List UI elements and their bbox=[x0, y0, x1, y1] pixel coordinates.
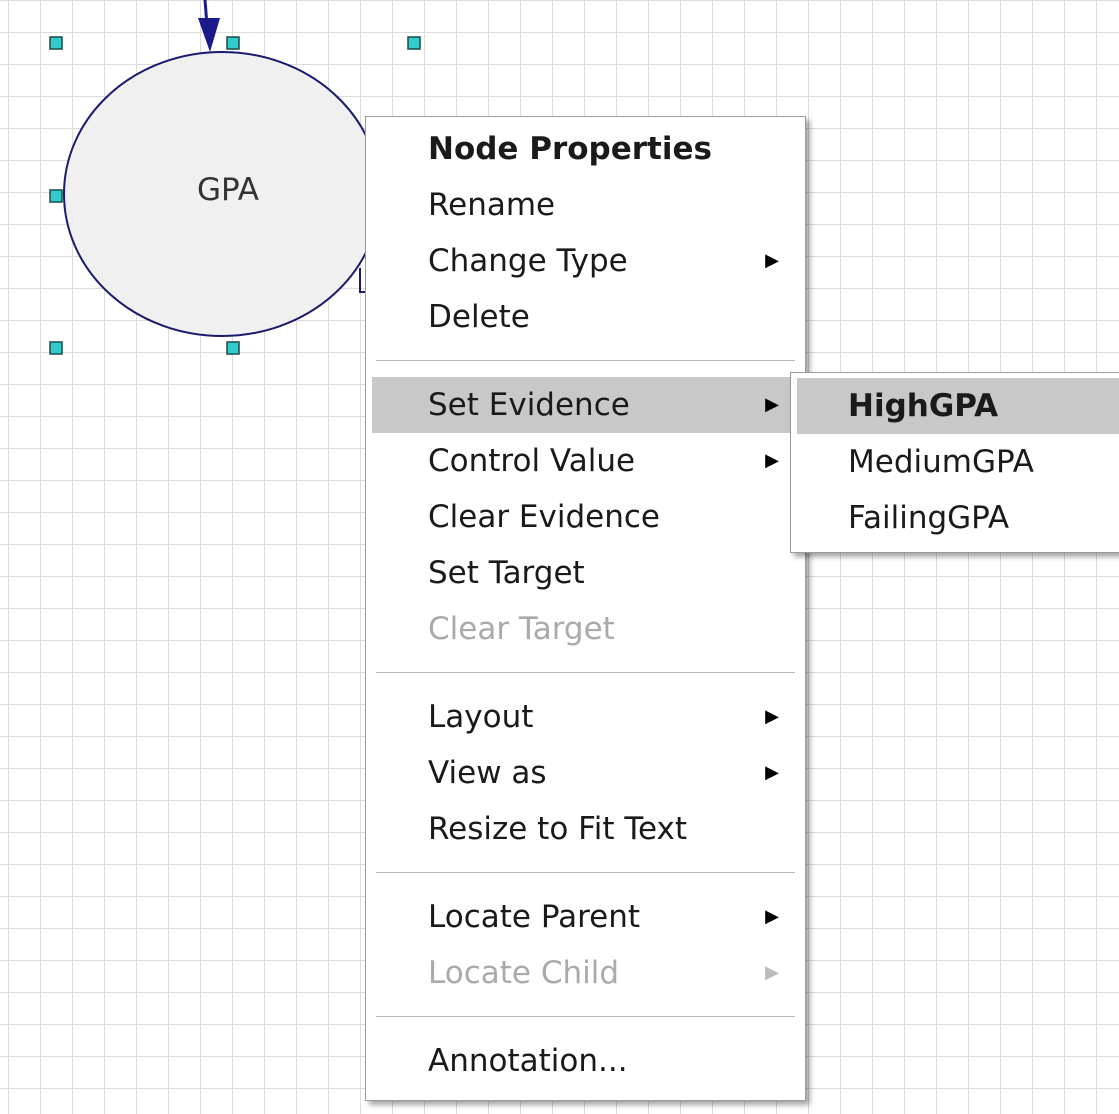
submenu-arrow-icon: ▶ bbox=[765, 762, 779, 783]
menu-item-clear-evidence[interactable]: Clear Evidence bbox=[366, 489, 805, 545]
menu-item-label: Delete bbox=[428, 299, 530, 335]
selection-handle-bottom[interactable] bbox=[226, 341, 240, 355]
menu-separator bbox=[376, 872, 795, 873]
menu-separator bbox=[376, 360, 795, 361]
menu-item-label: Node Properties bbox=[428, 131, 712, 167]
menu-item-label: Clear Target bbox=[428, 611, 615, 647]
menu-item-label: Change Type bbox=[428, 243, 628, 279]
menu-item-label: Resize to Fit Text bbox=[428, 811, 688, 847]
menu-item-label: Set Evidence bbox=[428, 387, 630, 423]
menu-item-rename[interactable]: Rename bbox=[366, 177, 805, 233]
submenu-arrow-icon: ▶ bbox=[765, 706, 779, 727]
edge-arrowhead-icon bbox=[198, 18, 220, 52]
menu-item-label: Rename bbox=[428, 187, 556, 223]
menu-item-resize-to-fit-text[interactable]: Resize to Fit Text bbox=[366, 801, 805, 857]
submenu-arrow-icon: ▶ bbox=[765, 394, 779, 415]
menu-item-label: View as bbox=[428, 755, 547, 791]
selection-handle-top[interactable] bbox=[226, 36, 240, 50]
node-label: GPA bbox=[197, 172, 259, 208]
menu-item-clear-target: Clear Target bbox=[366, 601, 805, 657]
selection-handle-top-right[interactable] bbox=[407, 36, 421, 50]
menu-item-view-as[interactable]: View as ▶ bbox=[366, 745, 805, 801]
set-evidence-submenu: HighGPA MediumGPA FailingGPA bbox=[790, 372, 1119, 553]
menu-item-label: Set Target bbox=[428, 555, 585, 591]
menu-item-set-target[interactable]: Set Target bbox=[366, 545, 805, 601]
menu-item-locate-child: Locate Child ▶ bbox=[366, 945, 805, 1001]
submenu-item-mediumgpa[interactable]: MediumGPA bbox=[791, 434, 1119, 490]
selection-handle-top-left[interactable] bbox=[49, 36, 63, 50]
menu-item-annotation[interactable]: Annotation... bbox=[366, 1033, 805, 1089]
node-context-menu: Node Properties Rename Change Type ▶ Delete S… bbox=[365, 116, 806, 1101]
submenu-item-highgpa[interactable]: HighGPA bbox=[797, 378, 1119, 434]
menu-item-control-value[interactable]: Control Value ▶ bbox=[366, 433, 805, 489]
menu-item-delete[interactable]: Delete bbox=[366, 289, 805, 345]
submenu-arrow-icon: ▶ bbox=[765, 962, 779, 983]
menu-item-label: Clear Evidence bbox=[428, 499, 660, 535]
selection-handle-left[interactable] bbox=[49, 189, 63, 203]
selection-handle-bottom-left[interactable] bbox=[49, 341, 63, 355]
submenu-arrow-icon: ▶ bbox=[765, 450, 779, 471]
menu-item-label: Control Value bbox=[428, 443, 636, 479]
menu-item-locate-parent[interactable]: Locate Parent ▶ bbox=[366, 889, 805, 945]
menu-item-label: Layout bbox=[428, 699, 534, 735]
menu-separator bbox=[376, 1016, 795, 1017]
submenu-arrow-icon: ▶ bbox=[765, 250, 779, 271]
menu-item-change-type[interactable]: Change Type ▶ bbox=[366, 233, 805, 289]
menu-item-set-evidence[interactable]: Set Evidence ▶ bbox=[372, 377, 799, 433]
menu-item-layout[interactable]: Layout ▶ bbox=[366, 689, 805, 745]
menu-item-label: Locate Parent bbox=[428, 899, 641, 935]
submenu-item-failinggpa[interactable]: FailingGPA bbox=[791, 490, 1119, 546]
menu-item-label: Annotation... bbox=[428, 1043, 628, 1079]
menu-item-node-properties[interactable]: Node Properties bbox=[366, 121, 805, 177]
submenu-arrow-icon: ▶ bbox=[765, 906, 779, 927]
menu-separator bbox=[376, 672, 795, 673]
menu-item-label: Locate Child bbox=[428, 955, 620, 991]
